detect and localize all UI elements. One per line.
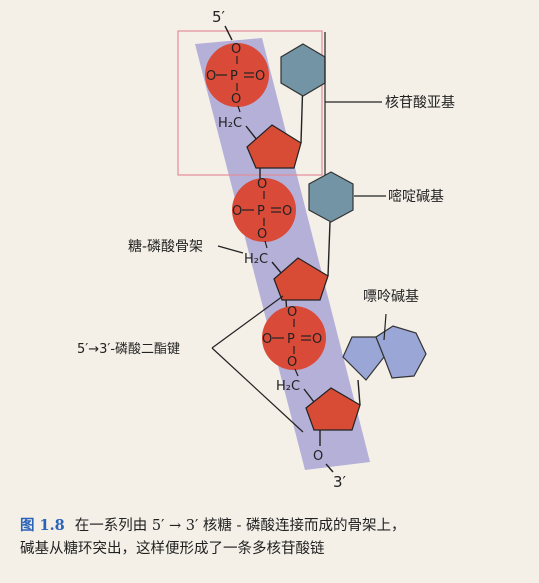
svg-text:O: O	[206, 69, 216, 84]
figure-caption: 图 1.8 在一系列由 5′ → 3′ 核糖 - 磷酸连接而成的骨架上， 碱基从糖…	[20, 514, 525, 561]
svg-text:O: O	[255, 69, 265, 84]
five-prime-label: 5′	[212, 8, 226, 26]
svg-text:P: P	[257, 204, 265, 219]
sugar-phosphate-backbone-label: 糖-磷酸骨架	[128, 239, 203, 255]
phosphodiester-bond-label: 5′→3′-磷酸二酯键	[77, 342, 180, 357]
svg-text:O: O	[231, 92, 241, 107]
figure-number: 图 1.8	[20, 517, 65, 534]
pyrimidine-base-label: 嘧啶碱基	[388, 188, 444, 205]
polynucleotide-diagram: 5′ O O P O O H₂C O O P O O H₂C O O P O O…	[77, 8, 455, 491]
h2c-label: H₂C	[218, 116, 242, 131]
svg-text:O: O	[257, 177, 267, 192]
svg-text:O: O	[282, 204, 292, 219]
svg-text:O: O	[312, 332, 322, 347]
svg-text:O: O	[257, 227, 267, 242]
purine-base-label: 嘌呤碱基	[363, 288, 419, 305]
svg-text:O: O	[231, 42, 241, 57]
pyrimidine-base-1	[280, 43, 326, 97]
svg-text:O: O	[313, 449, 323, 464]
svg-text:O: O	[287, 305, 297, 320]
phosphorus-label: P	[230, 69, 238, 84]
svg-text:H₂C: H₂C	[244, 252, 268, 267]
svg-text:O: O	[232, 204, 242, 219]
svg-text:O: O	[262, 332, 272, 347]
svg-text:P: P	[287, 332, 295, 347]
svg-text:H₂C: H₂C	[276, 379, 300, 394]
three-prime-label: 3′	[333, 473, 347, 491]
nucleotide-subunit-label: 核苷酸亚基	[385, 94, 455, 111]
caption-line-2: 碱基从糖环突出，这样便形成了一条多核苷酸链	[20, 541, 325, 557]
caption-line-1: 在一系列由 5′ → 3′ 核糖 - 磷酸连接而成的骨架上，	[74, 518, 406, 534]
purine-base	[342, 336, 385, 381]
pyrimidine-base-2	[308, 171, 354, 223]
svg-text:O: O	[287, 355, 297, 370]
